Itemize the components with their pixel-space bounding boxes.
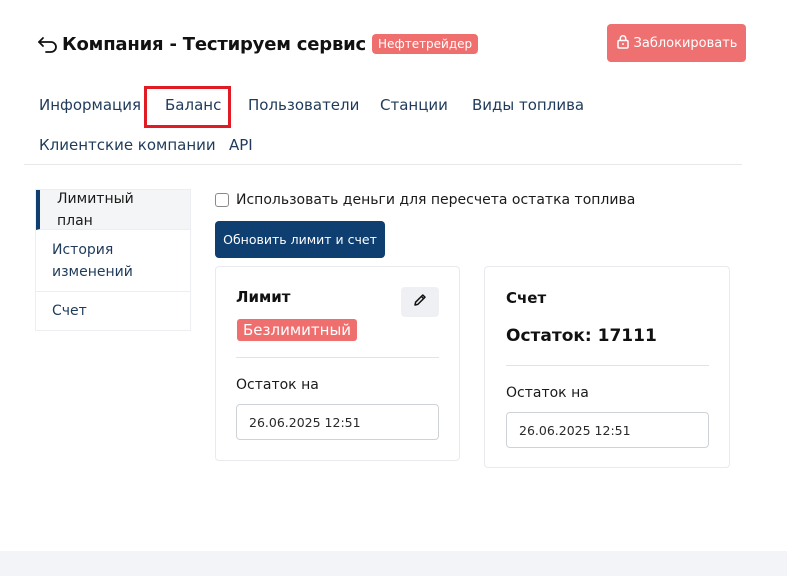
edit-limit-button[interactable] (401, 287, 439, 317)
side-item-account[interactable]: Счет (36, 292, 190, 330)
block-button-label: Заблокировать (633, 35, 738, 51)
block-button[interactable]: Заблокировать (607, 24, 746, 62)
side-menu: Лимитный план История изменений Счет (35, 189, 191, 331)
pencil-icon (412, 292, 428, 312)
limit-card-title: Лимит (236, 288, 291, 306)
tabs-divider (24, 164, 742, 165)
limit-card: Лимит Безлимитный Остаток на 26.06.2025 … (215, 266, 460, 461)
side-item-limit-plan[interactable]: Лимитный план (36, 190, 190, 230)
tab-stations[interactable]: Станции (380, 96, 448, 114)
page-footer-strip (0, 551, 787, 576)
back-arrow-icon[interactable] (36, 32, 60, 56)
limit-remainder-label: Остаток на (236, 377, 319, 393)
account-card-divider (506, 365, 709, 366)
page-title: Компания - Тестируем сервис (62, 33, 367, 55)
tab-users[interactable]: Пользователи (248, 96, 359, 114)
tab-client-companies[interactable]: Клиентские компании (39, 136, 216, 154)
tab-api[interactable]: API (229, 136, 253, 154)
tab-fuel-types[interactable]: Виды топлива (472, 96, 584, 114)
account-date-field[interactable]: 26.06.2025 12:51 (506, 412, 709, 448)
role-badge: Нефтетрейдер (372, 34, 479, 54)
use-money-checkbox[interactable] (215, 193, 229, 207)
account-card: Счет Остаток: 17111 Остаток на 26.06.202… (484, 266, 730, 468)
limit-card-divider (236, 357, 439, 358)
side-item-change-history[interactable]: История изменений (36, 230, 190, 292)
unlimited-badge: Безлимитный (237, 319, 358, 341)
update-limit-button[interactable]: Обновить лимит и счет (215, 221, 385, 258)
account-balance: Остаток: 17111 (506, 326, 657, 346)
account-card-title: Счет (506, 289, 547, 307)
use-money-label: Использовать деньги для пересчета остатк… (236, 192, 636, 208)
page-header: Компания - Тестируем сервис Нефтетрейдер (36, 30, 479, 58)
account-remainder-label: Остаток на (506, 385, 589, 401)
active-tab-highlight (144, 86, 231, 128)
tab-information[interactable]: Информация (39, 96, 141, 114)
use-money-option: Использовать деньги для пересчета остатк… (215, 192, 635, 208)
limit-date-field[interactable]: 26.06.2025 12:51 (236, 404, 439, 440)
lock-icon (616, 34, 630, 53)
